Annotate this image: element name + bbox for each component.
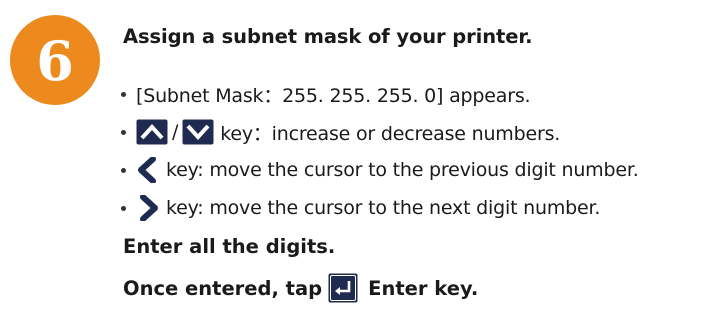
subnet-mask-text: [Subnet Mask：255. 255. 255. 0] appears. [136,84,531,107]
once-entered-text: Once entered, tap [123,276,323,300]
list-item-left-key: key: move the cursor to the previous dig… [118,151,639,189]
enter-key-icon [328,273,358,303]
list-item-subnet-mask: [Subnet Mask：255. 255. 255. 0] appears. [118,75,639,113]
enter-digits-instruction: Enter all the digits. [123,235,336,258]
bullet-dot [121,129,126,135]
bullet-dot [121,167,126,173]
down-arrow-key-icon [182,119,214,145]
list-item-right-key: key: move the cursor to the next digit n… [118,189,639,227]
bullet-dot [121,205,126,211]
key-separator: / [172,121,179,143]
enter-key-label: Enter key. [368,276,479,300]
bullet-dot [121,91,126,97]
step-number: 6 [36,29,74,93]
list-item-up-down-keys: / key：increase or decrease numbers. [118,113,639,151]
once-entered-instruction: Once entered, tap Enter key. [123,273,478,303]
step-number-badge: 6 [10,15,100,105]
right-arrow-key-icon [140,195,158,221]
step-heading: Assign a subnet mask of your printer. [123,25,533,48]
up-arrow-key-icon [136,119,168,145]
up-down-key-text: key：increase or decrease numbers. [220,122,561,145]
instruction-list: [Subnet Mask：255. 255. 255. 0] appears. … [118,75,639,227]
left-key-text: key: move the cursor to the previous dig… [166,159,639,181]
right-key-text: key: move the cursor to the next digit n… [166,197,601,219]
left-arrow-key-icon [138,157,156,183]
